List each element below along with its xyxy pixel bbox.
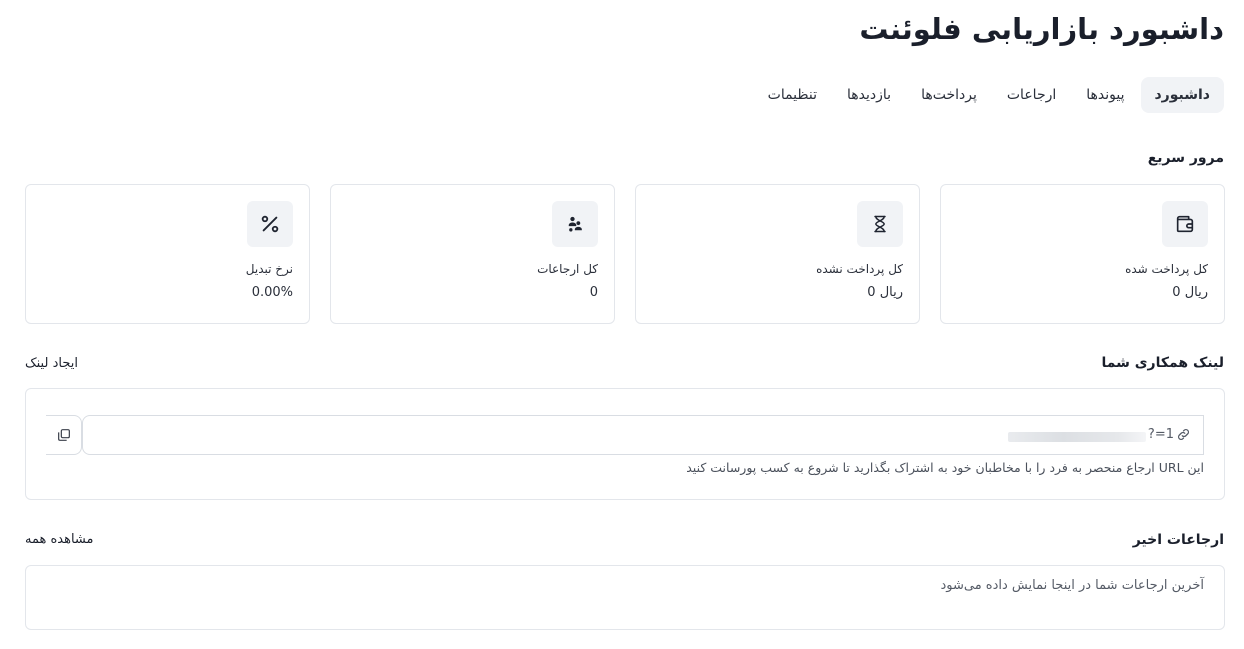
recent-referrals-title: ارجاعات اخیر [1132,532,1224,548]
tab-payouts[interactable]: پرداخت‌ها [907,77,991,113]
stat-value: ریال 0 [867,285,903,300]
stat-label: کل ارجاعات [537,262,598,276]
recent-referrals-empty-text: آخرین ارجاعات شما در اینجا نمایش داده می… [940,578,1204,593]
url-text: ?=1 [1147,427,1174,442]
affiliate-link-title: لینک همکاری شما [1101,355,1224,371]
hourglass-icon [857,201,903,247]
recent-referrals-panel: آخرین ارجاعات شما در اینجا نمایش داده می… [25,565,1225,630]
tab-referrals[interactable]: ارجاعات [993,77,1070,113]
stat-label: کل پرداخت شده [1125,262,1208,276]
affiliate-link-panel: ?=1 این URL ارجاع منحصر به فرد را با مخا… [25,388,1225,500]
stat-label: کل پرداخت نشده [816,262,903,276]
link-hint-text: این URL ارجاع منحصر به فرد را با مخاطبان… [686,460,1204,475]
wallet-icon [1162,201,1208,247]
stat-card-total-unpaid: کل پرداخت نشده ریال 0 [635,184,920,324]
view-all-link[interactable]: مشاهده همه [25,532,94,547]
affiliate-dashboard: داشبورد بازاریابی فلوئنت داشبورد پیوندها… [0,0,1244,649]
stat-value: 0 [589,285,598,300]
users-icon [552,201,598,247]
copy-link-button[interactable] [46,415,82,455]
stat-cards: کل پرداخت شده ریال 0 کل پرداخت نشده ریال… [25,184,1225,324]
stat-value: 0.00% [251,285,293,300]
stat-label: نرخ تبدیل [245,262,293,276]
create-link-button[interactable]: ایجاد لینک [25,356,78,371]
affiliate-url-field[interactable]: ?=1 [82,415,1204,455]
stat-card-conversion-rate: نرخ تبدیل 0.00% [25,184,310,324]
stat-value: ریال 0 [1172,285,1208,300]
copy-icon [56,427,72,443]
url-content: ?=1 [1007,427,1191,442]
link-icon [1176,427,1191,442]
tab-links[interactable]: پیوندها [1072,77,1138,113]
page-title: داشبورد بازاریابی فلوئنت [859,12,1224,46]
tab-visits[interactable]: بازدیدها [833,77,905,113]
tab-settings[interactable]: تنظیمات [754,77,831,113]
stat-card-total-referrals: کل ارجاعات 0 [330,184,615,324]
stat-card-total-paid: کل پرداخت شده ریال 0 [940,184,1225,324]
percent-icon [247,201,293,247]
overview-title: مرور سریع [1147,150,1224,166]
tab-bar: داشبورد پیوندها ارجاعات پرداخت‌ها بازدید… [754,77,1224,113]
tab-dashboard[interactable]: داشبورد [1140,77,1224,113]
url-redacted [1007,431,1146,442]
